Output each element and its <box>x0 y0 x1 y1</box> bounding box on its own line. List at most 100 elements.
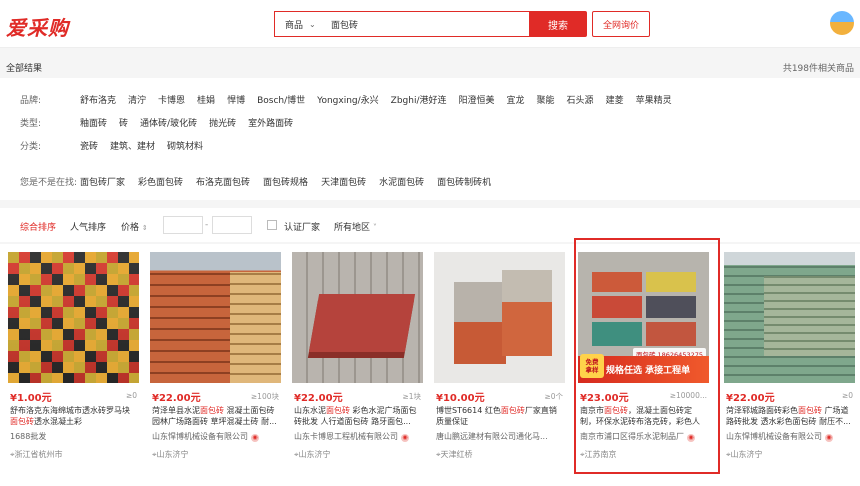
brand-item[interactable]: Yongxing/永兴 <box>317 93 379 106</box>
suggestion-item[interactable]: 面包砖制砖机 <box>437 175 491 188</box>
product-title[interactable]: 博世ST6614 红色面包砖厂家直销 质量保证 <box>436 405 563 427</box>
product-seller[interactable]: 南京市浦口区得乐水泥制品厂 ◉ <box>580 431 695 442</box>
brand-label: 品牌: <box>20 96 42 106</box>
product-min-order: ≥100块 <box>250 392 279 401</box>
product-card[interactable]: ¥22.00元 ≥100块 菏泽单县水泥面包砖 混凝土面包砖园林广场路面砖 草坪… <box>150 252 281 478</box>
product-image[interactable] <box>292 252 423 383</box>
suggestion-item[interactable]: 面包砖规格 <box>263 175 308 188</box>
search-type-dropdown[interactable]: 商品 ⌄ <box>275 18 331 31</box>
category-list: 瓷砖 建筑、建材 砌筑材料 <box>80 139 203 152</box>
search-box[interactable]: 商品 ⌄ 面包砖 <box>274 11 530 37</box>
avatar[interactable] <box>830 11 854 35</box>
product-price: ¥23.00元 <box>580 393 629 404</box>
product-card[interactable]: ¥10.00元 ≥0个 博世ST6614 红色面包砖厂家直销 质量保证 唐山鹏远… <box>434 252 565 478</box>
top-header: 爱采购 商品 ⌄ 面包砖 搜索 全网询价 <box>0 0 860 48</box>
product-min-order: ≥0 <box>125 391 137 400</box>
sort-popularity[interactable]: 人气排序 <box>70 220 106 233</box>
product-seller[interactable]: 山东悍博机械设备有限公司 ◉ <box>726 431 833 442</box>
suggestion-item[interactable]: 布洛克面包砖 <box>196 175 250 188</box>
category-label: 分类: <box>20 142 42 152</box>
search-type-label: 商品 <box>285 20 304 31</box>
suggestion-item[interactable]: 彩色面包砖 <box>138 175 183 188</box>
product-card[interactable]: 面包砖 18626453275 规格任选 承接工程单 免费 拿样 ¥23.00元… <box>578 252 709 478</box>
product-title[interactable]: 菏泽单县水泥面包砖 混凝土面包砖园林广场路面砖 草坪混凝土砖 耐... <box>152 405 279 427</box>
product-price: ¥1.00元 <box>10 393 52 404</box>
product-card[interactable]: ¥1.00元 ≥0 舒布洛克东海绵城市透水砖罗马块面包砖透水混凝土彩 1688批… <box>8 252 139 478</box>
product-seller[interactable]: 山东卡博恩工程机械有限公司 ◉ <box>294 431 409 442</box>
type-item[interactable]: 通体砖/玻化砖 <box>140 116 197 129</box>
brand-item[interactable]: 宜龙 <box>507 93 525 106</box>
filter-panel: 品牌: 舒布洛克 清泞 卡博恩 桂娟 悍博 Bosch/博世 Yongxing/… <box>0 78 860 200</box>
brand-item[interactable]: Zbghi/港好连 <box>391 93 447 106</box>
region-dropdown[interactable]: 所有地区 ˅ <box>334 220 377 233</box>
price-min-input[interactable] <box>163 216 203 234</box>
suggestion-item[interactable]: 面包砖厂家 <box>80 175 125 188</box>
product-image[interactable]: 面包砖 18626453275 规格任选 承接工程单 免费 拿样 <box>578 252 709 383</box>
sort-price[interactable]: 价格 ⇕ <box>121 220 148 233</box>
category-item[interactable]: 瓷砖 <box>80 139 98 152</box>
type-item[interactable]: 抛光砖 <box>209 116 236 129</box>
brand-item[interactable]: 阳澄恒美 <box>459 93 495 106</box>
product-seller[interactable]: 唐山鹏远建材有限公司通化马... <box>436 431 548 442</box>
product-title[interactable]: 南京市面包砖，混凝土面包砖定制，环保水泥砖布洛克砖，彩色人行道面 <box>580 405 707 427</box>
category-item[interactable]: 建筑、建材 <box>110 139 155 152</box>
suggestion-item[interactable]: 水泥面包砖 <box>379 175 424 188</box>
search-button[interactable]: 搜索 <box>529 11 587 37</box>
certified-icon: ◉ <box>687 434 695 442</box>
product-card[interactable]: ¥22.00元 ≥1块 山东水泥面包砖 彩色水泥广场面包砖批发 人行道面包砖 路… <box>292 252 423 478</box>
results-bar: 全部结果 共198件相关商品 <box>0 56 860 76</box>
brand-item[interactable]: 卡博恩 <box>158 93 185 106</box>
search-input[interactable]: 面包砖 <box>331 18 358 31</box>
product-title[interactable]: 舒布洛克东海绵城市透水砖罗马块面包砖透水混凝土彩 <box>10 405 137 427</box>
brand-list: 舒布洛克 清泞 卡博恩 桂娟 悍博 Bosch/博世 Yongxing/永兴 Z… <box>80 93 672 106</box>
suggestion-list: 面包砖厂家 彩色面包砖 布洛克面包砖 面包砖规格 天津面包砖 水泥面包砖 面包砖… <box>80 175 491 188</box>
price-max-input[interactable] <box>212 216 252 234</box>
chevron-down-icon: ⌄ <box>309 19 316 29</box>
product-image[interactable] <box>150 252 281 383</box>
product-location: ⌖山东济宁 <box>294 450 331 459</box>
brand-item[interactable]: 清泞 <box>128 93 146 106</box>
type-item[interactable]: 砖 <box>119 116 128 129</box>
certified-icon: ◉ <box>401 434 409 442</box>
brand-item[interactable]: Bosch/博世 <box>257 93 305 106</box>
product-min-order: ≥1块 <box>402 392 421 401</box>
product-location: ⌖山东济宁 <box>726 450 763 459</box>
product-image[interactable] <box>434 252 565 383</box>
product-title[interactable]: 山东水泥面包砖 彩色水泥广场面包砖批发 人行道面包砖 路牙面包... <box>294 405 421 427</box>
type-list: 釉面砖 砖 通体砖/玻化砖 抛光砖 室外路面砖 <box>80 116 293 129</box>
product-min-order: ≥10000... <box>669 391 707 400</box>
suggest-label: 您是不是在找: <box>20 178 78 188</box>
brand-item[interactable]: 聚能 <box>537 93 555 106</box>
brand-item[interactable]: 苹果精灵 <box>636 93 672 106</box>
all-results-label: 全部结果 <box>6 64 43 74</box>
category-item[interactable]: 砌筑材料 <box>167 139 203 152</box>
type-item[interactable]: 室外路面砖 <box>248 116 293 129</box>
product-card[interactable]: ¥22.00元 ≥0 菏泽郓城路面砖彩色面包砖 广场道路砖批发 透水彩色面包砖 … <box>724 252 855 478</box>
product-location: ⌖天津红桥 <box>436 450 473 459</box>
type-item[interactable]: 釉面砖 <box>80 116 107 129</box>
product-price: ¥22.00元 <box>726 393 775 404</box>
product-grid: ¥1.00元 ≥0 舒布洛克东海绵城市透水砖罗马块面包砖透水混凝土彩 1688批… <box>0 244 860 486</box>
price-range-dash: - <box>205 220 209 230</box>
product-image[interactable] <box>8 252 139 383</box>
brand-item[interactable]: 桂娟 <box>197 93 215 106</box>
product-seller[interactable]: 1688批发 <box>10 431 46 442</box>
product-image[interactable] <box>724 252 855 383</box>
brand-item[interactable]: 悍博 <box>227 93 245 106</box>
site-logo[interactable]: 爱采购 <box>6 12 69 41</box>
product-location: ⌖山东济宁 <box>152 450 189 459</box>
inquiry-button[interactable]: 全网询价 <box>592 11 650 37</box>
product-seller[interactable]: 山东悍博机械设备有限公司 ◉ <box>152 431 259 442</box>
free-sample-badge: 免费 拿样 <box>580 354 604 378</box>
certified-label[interactable]: 认证厂家 <box>284 220 320 233</box>
suggestion-item[interactable]: 天津面包砖 <box>321 175 366 188</box>
product-location: ⌖浙江省杭州市 <box>10 450 63 459</box>
product-location: ⌖江苏南京 <box>580 450 617 459</box>
brand-item[interactable]: 建菱 <box>606 93 624 106</box>
certified-checkbox[interactable] <box>267 220 277 230</box>
sort-comprehensive[interactable]: 综合排序 <box>20 220 56 233</box>
brand-item[interactable]: 舒布洛克 <box>80 93 116 106</box>
certified-icon: ◉ <box>825 434 833 442</box>
brand-item[interactable]: 石头源 <box>567 93 594 106</box>
product-title[interactable]: 菏泽郓城路面砖彩色面包砖 广场道路砖批发 透水彩色面包砖 耐压不... <box>726 405 853 427</box>
